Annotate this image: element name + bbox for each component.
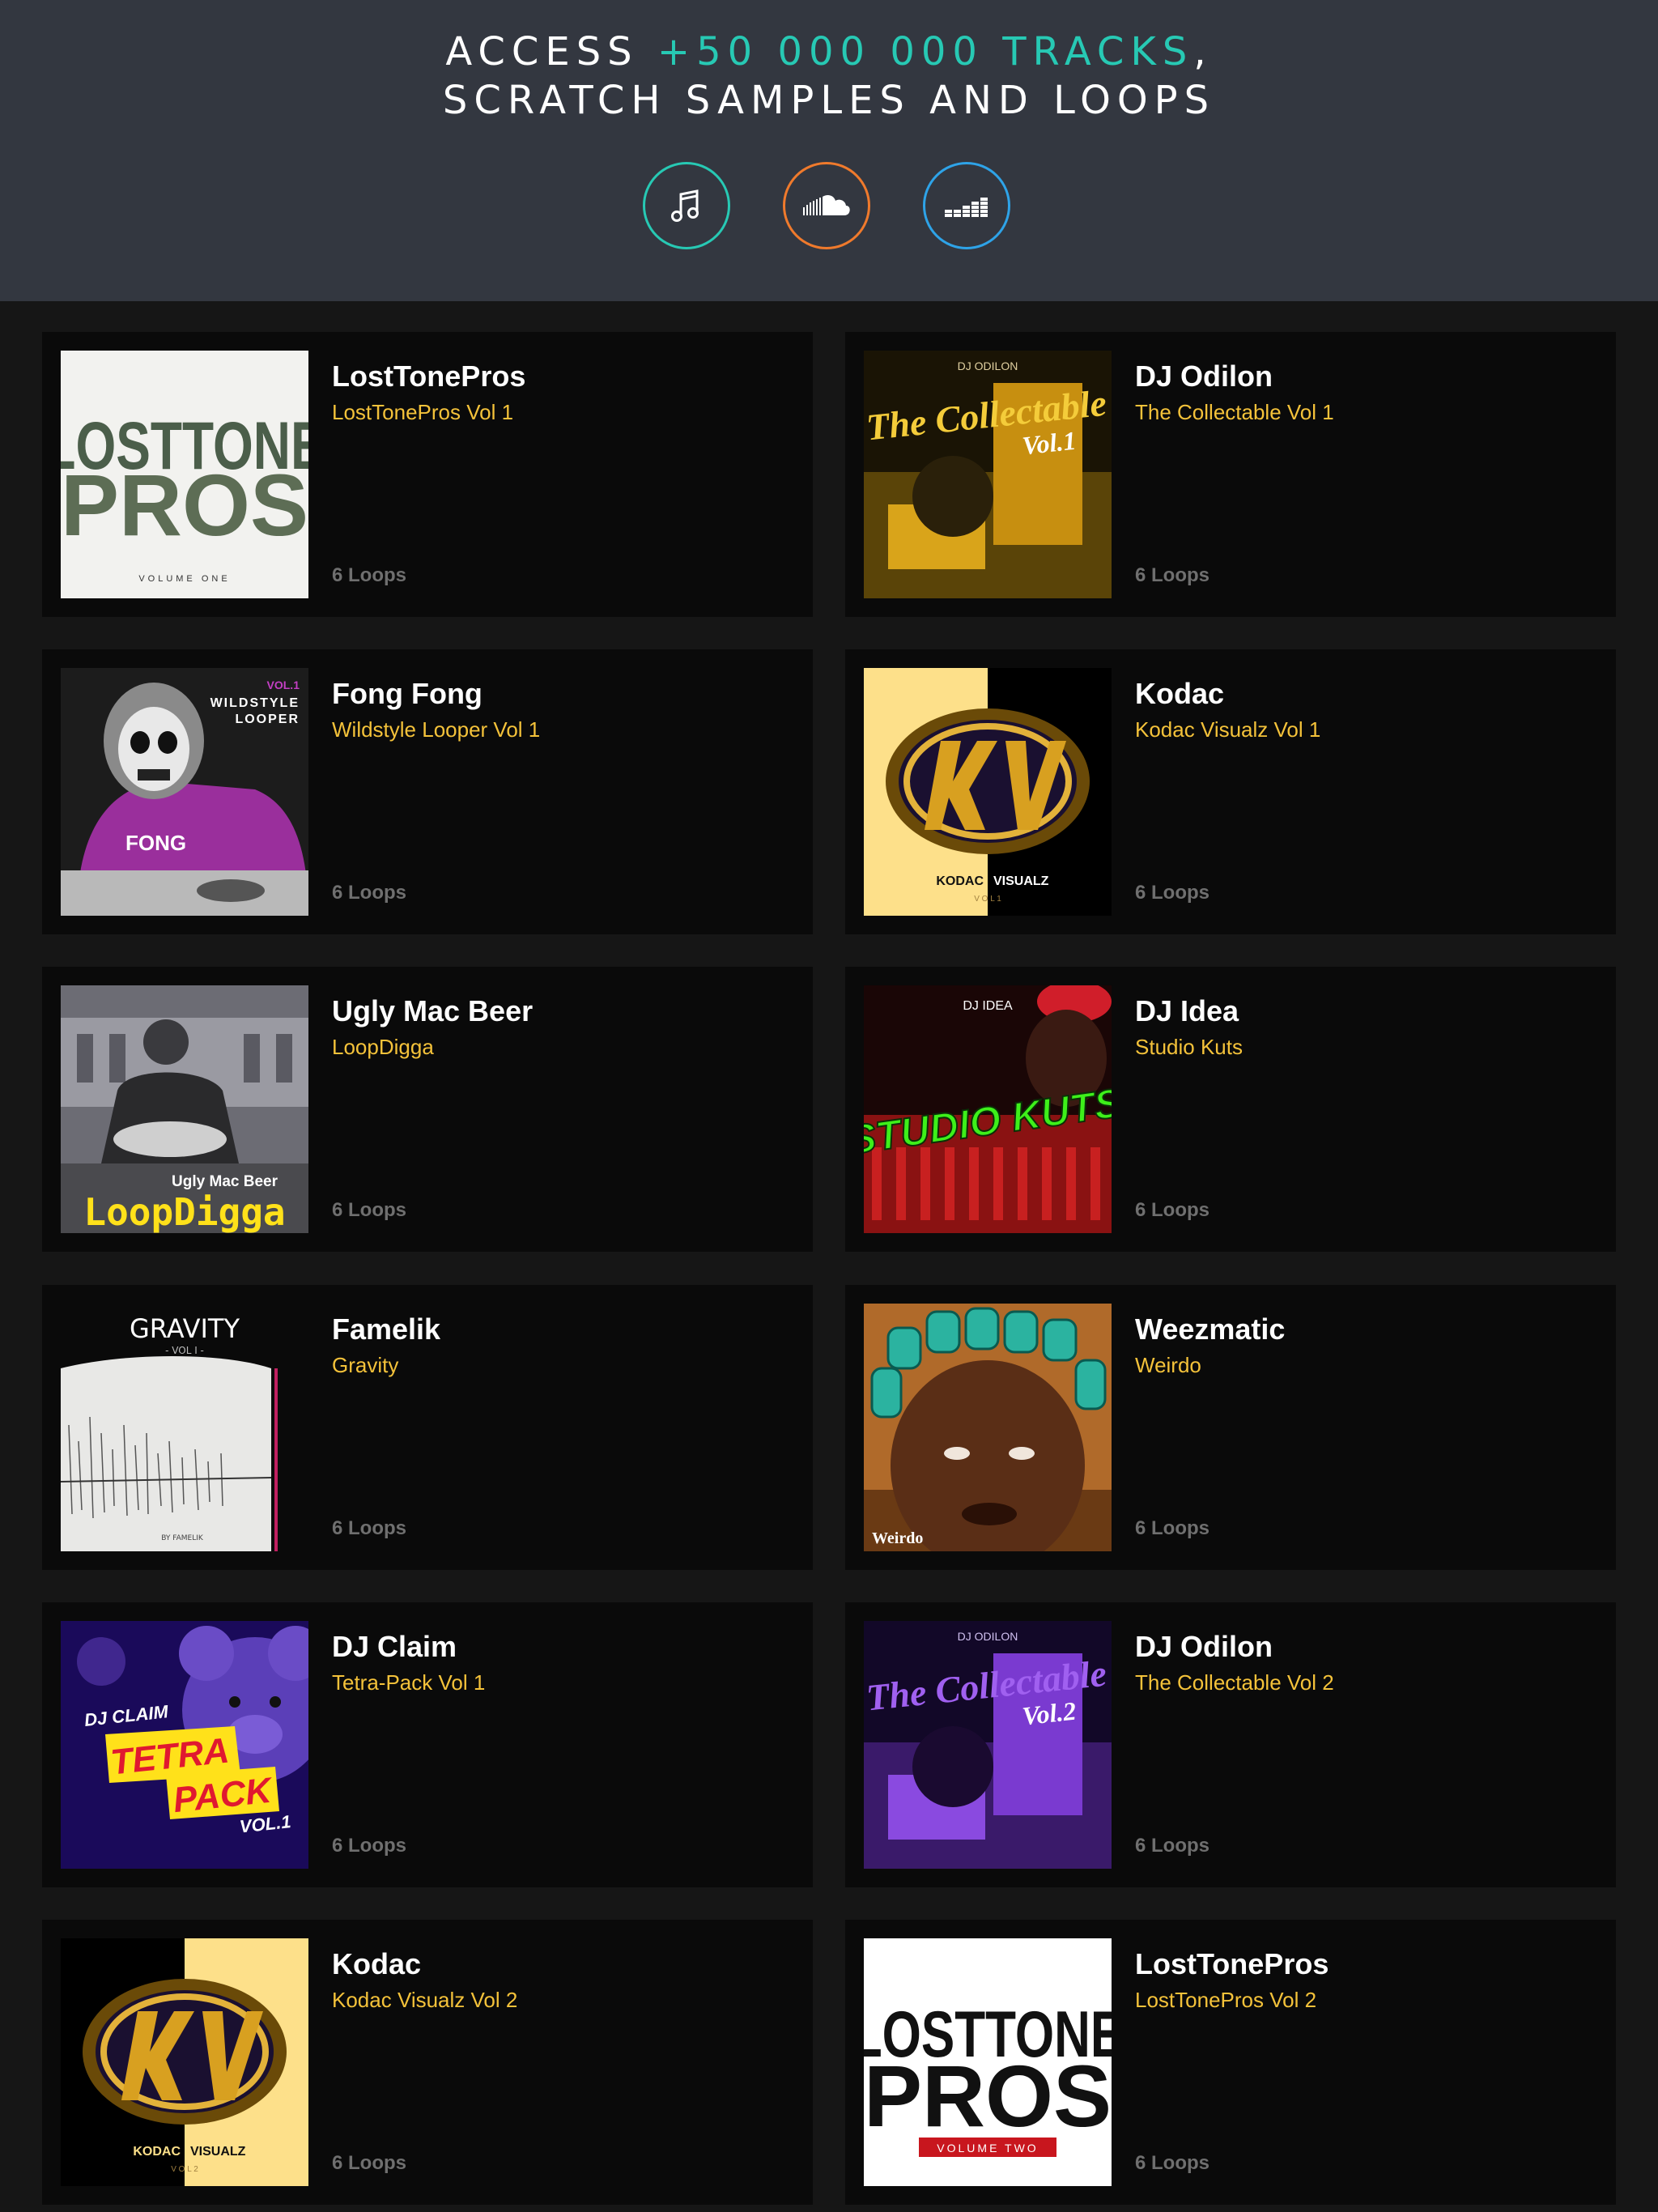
album-cover: VOL.1 WILDSTYLE LOOPER FONG <box>61 668 308 916</box>
pack-artist: DJ Claim <box>332 1630 457 1663</box>
soundcloud-icon <box>803 194 850 215</box>
pack-title: The Collectable Vol 1 <box>1135 400 1334 424</box>
pack-title: Studio Kuts <box>1135 1035 1243 1059</box>
loop-count: 6 Loops <box>332 2152 407 2174</box>
svg-text:Vol.2: Vol.2 <box>1021 1696 1078 1731</box>
pack-card[interactable]: GRAVITY - VOL I - BY FAMELIK Famelik Gra… <box>42 1285 813 1570</box>
svg-text:VOLUME ONE: VOLUME ONE <box>138 574 230 584</box>
pack-artist: Kodac <box>1135 677 1225 710</box>
album-cover: KODAC VISUALZ V O L 2 <box>61 1938 308 2186</box>
music-service-button[interactable] <box>643 162 730 249</box>
svg-text:LoopDigga: LoopDigga <box>83 1190 285 1233</box>
pack-title: LostTonePros Vol 1 <box>332 400 514 424</box>
svg-text:FONG: FONG <box>125 831 186 855</box>
pack-card[interactable]: DJ IDEA STUDIO KUTS DJ Idea Studio Kuts … <box>845 967 1616 1252</box>
svg-text:Vol.1: Vol.1 <box>1021 426 1078 461</box>
pack-title: LostTonePros Vol 2 <box>1135 1988 1317 2012</box>
album-cover: LOSTTONE PROS VOLUME ONE <box>61 351 308 598</box>
pack-artist: Fong Fong <box>332 677 483 710</box>
headline-prefix: ACCESS <box>445 29 657 74</box>
album-cover: DJ ODILON The Collectable Vol.2 <box>864 1621 1112 1869</box>
svg-text:KODAC: KODAC <box>133 2145 181 2159</box>
album-cover: GRAVITY - VOL I - BY FAMELIK <box>61 1304 308 1551</box>
pack-artist: LostTonePros <box>1135 1947 1329 1980</box>
pack-card[interactable]: KODAC VISUALZ V O L 1 Kodac Kodac Visual… <box>845 649 1616 934</box>
pack-artist: Famelik <box>332 1312 441 1346</box>
album-cover: DJ ODILON The Collectable Vol.1 <box>864 351 1112 598</box>
pack-card[interactable]: VOL.1 WILDSTYLE LOOPER FONG Fong Fong Wi… <box>42 649 813 934</box>
pack-card[interactable]: DJ ODILON The Collectable Vol.2 DJ Odilo… <box>845 1602 1616 1887</box>
svg-text:GRAVITY: GRAVITY <box>130 1313 240 1344</box>
svg-text:KODAC: KODAC <box>936 874 984 888</box>
loop-count: 6 Loops <box>1135 1199 1210 1221</box>
album-cover: DJ CLAIM TETRA PACK VOL.1 <box>61 1621 308 1869</box>
pack-artist: LostTonePros <box>332 359 526 393</box>
svg-text:LOOPER: LOOPER <box>235 713 300 726</box>
pack-card[interactable]: Weirdo Weezmatic Weirdo 6 Loops <box>845 1285 1616 1570</box>
svg-text:VOL.1: VOL.1 <box>267 678 300 691</box>
svg-text:V O L 2: V O L 2 <box>171 2165 198 2174</box>
pack-title: Tetra-Pack Vol 1 <box>332 1670 486 1695</box>
pack-card[interactable]: LOSTTONE PROS VOLUME TWO LostTonePros Lo… <box>845 1920 1616 2205</box>
soundcloud-service-button[interactable] <box>783 162 870 249</box>
pack-card[interactable]: LOSTTONE PROS VOLUME ONE LostTonePros Lo… <box>42 332 813 617</box>
svg-text:VISUALZ: VISUALZ <box>993 874 1049 888</box>
svg-text:VOLUME TWO: VOLUME TWO <box>937 2142 1038 2155</box>
loop-count: 6 Loops <box>1135 564 1210 586</box>
svg-text:PROS: PROS <box>61 456 308 554</box>
headline-accent: +50 000 000 TRACKS <box>657 29 1194 74</box>
pack-artist: DJ Odilon <box>1135 1630 1273 1663</box>
loop-count: 6 Loops <box>332 1835 407 1857</box>
pack-artist: DJ Idea <box>1135 994 1239 1027</box>
pack-card[interactable]: Ugly Mac Beer LoopDigga Ugly Mac Beer Lo… <box>42 967 813 1252</box>
pack-artist: DJ Odilon <box>1135 359 1273 393</box>
album-cover: Weirdo <box>864 1304 1112 1551</box>
svg-text:VISUALZ: VISUALZ <box>190 2145 246 2159</box>
loop-count: 6 Loops <box>332 882 407 904</box>
album-cover: KODAC VISUALZ V O L 1 <box>864 668 1112 916</box>
pack-card[interactable]: DJ ODILON The Collectable Vol.1 DJ Odilo… <box>845 332 1616 617</box>
pack-artist: Ugly Mac Beer <box>332 994 534 1027</box>
svg-text:Weirdo: Weirdo <box>872 1529 923 1547</box>
pack-card[interactable]: KODAC VISUALZ V O L 2 Kodac Kodac Visual… <box>42 1920 813 2205</box>
loop-count: 6 Loops <box>1135 882 1210 904</box>
pack-title: Kodac Visualz Vol 2 <box>332 1988 518 2012</box>
pack-card[interactable]: DJ CLAIM TETRA PACK VOL.1 DJ Claim Tetra… <box>42 1602 813 1887</box>
svg-text:DJ ODILON: DJ ODILON <box>958 359 1018 372</box>
music-note-icon <box>671 189 699 222</box>
pack-title: Kodac Visualz Vol 1 <box>1135 717 1321 742</box>
svg-text:WILDSTYLE: WILDSTYLE <box>210 696 300 710</box>
pack-title: LoopDigga <box>332 1035 434 1059</box>
deezer-icon <box>945 198 988 217</box>
header-banner: ACCESS +50 000 000 TRACKS, SCRATCH SAMPL… <box>0 0 1658 301</box>
loop-count: 6 Loops <box>1135 1517 1210 1539</box>
svg-text:V O L 1: V O L 1 <box>974 895 1001 904</box>
loop-count: 6 Loops <box>332 564 407 586</box>
loop-count: 6 Loops <box>332 1199 407 1221</box>
svg-text:- VOL I -: - VOL I - <box>165 1345 204 1356</box>
pack-title: Weirdo <box>1135 1353 1201 1377</box>
loop-count: 6 Loops <box>332 1517 407 1539</box>
album-cover: LOSTTONE PROS VOLUME TWO <box>864 1938 1112 2186</box>
pack-title: Gravity <box>332 1353 399 1377</box>
loop-count: 6 Loops <box>1135 2152 1210 2174</box>
headline-line-1: ACCESS +50 000 000 TRACKS, <box>0 28 1658 76</box>
svg-text:PROS: PROS <box>864 2047 1112 2145</box>
headline-suffix: , <box>1193 29 1213 74</box>
svg-text:Ugly Mac Beer: Ugly Mac Beer <box>172 1173 278 1190</box>
pack-title: Wildstyle Looper Vol 1 <box>332 717 541 742</box>
album-cover: DJ IDEA STUDIO KUTS <box>864 985 1112 1233</box>
pack-title: The Collectable Vol 2 <box>1135 1670 1334 1695</box>
headline-line-2: SCRATCH SAMPLES AND LOOPS <box>442 78 1216 123</box>
svg-text:DJ ODILON: DJ ODILON <box>958 1630 1018 1643</box>
pack-artist: Kodac <box>332 1947 422 1980</box>
album-cover: Ugly Mac Beer LoopDigga <box>61 985 308 1233</box>
pack-artist: Weezmatic <box>1135 1312 1286 1346</box>
svg-text:BY FAMELIK: BY FAMELIK <box>161 1534 204 1542</box>
loop-count: 6 Loops <box>1135 1835 1210 1857</box>
svg-text:DJ IDEA: DJ IDEA <box>963 999 1013 1013</box>
deezer-service-button[interactable] <box>923 162 1010 249</box>
